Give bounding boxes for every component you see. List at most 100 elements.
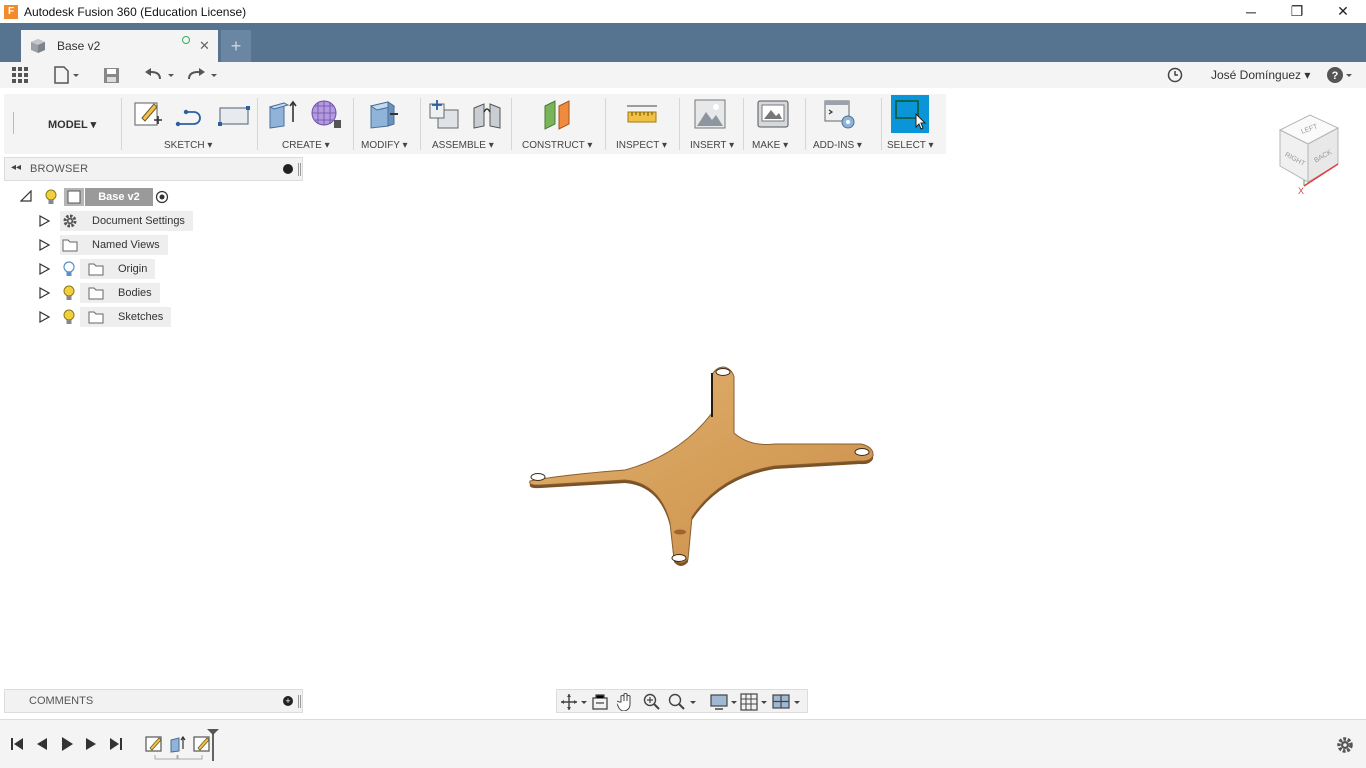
scripts-addins-icon[interactable] <box>824 98 856 130</box>
addins-menu[interactable]: ADD-INS ▾ <box>813 140 862 151</box>
line-tool-icon[interactable] <box>174 98 206 130</box>
ribbon-separator <box>679 98 680 150</box>
data-panel-grid-icon[interactable] <box>11 66 29 84</box>
insert-menu[interactable]: INSERT ▾ <box>690 140 734 151</box>
go-to-end-icon[interactable] <box>109 737 123 751</box>
press-pull-icon[interactable] <box>368 98 400 130</box>
assemble-group: ASSEMBLE ▾ <box>423 94 511 154</box>
quick-access-toolbar: José Domínguez ▾ ? <box>0 62 1366 88</box>
pan-hand-icon[interactable] <box>617 692 633 711</box>
folder-icon <box>62 239 78 252</box>
extrude-icon[interactable] <box>266 98 298 130</box>
orbit-icon[interactable] <box>561 693 587 711</box>
activate-component-radio-icon[interactable] <box>155 190 169 207</box>
undo-icon[interactable] <box>144 66 176 84</box>
tree-item-sketches[interactable]: Sketches <box>38 307 172 327</box>
step-forward-icon[interactable] <box>84 737 98 751</box>
saved-status-icon <box>182 36 190 44</box>
minimize-button[interactable]: ─ <box>1228 0 1274 23</box>
document-cube-icon <box>31 39 45 53</box>
user-account-menu[interactable]: José Domínguez ▾ <box>1211 68 1310 82</box>
minimize-panel-icon[interactable] <box>283 164 293 174</box>
look-at-icon[interactable] <box>592 693 608 711</box>
timeline-settings-gear-icon[interactable] <box>1336 736 1354 754</box>
select-menu[interactable]: SELECT ▾ <box>887 140 934 151</box>
expand-icon[interactable] <box>38 287 50 299</box>
close-window-button[interactable]: ✕ <box>1320 0 1366 23</box>
panel-resize-handle[interactable] <box>298 695 301 708</box>
ribbon-separator <box>121 98 122 150</box>
construct-menu[interactable]: CONSTRUCT ▾ <box>522 140 592 151</box>
go-to-start-icon[interactable] <box>10 737 24 751</box>
grid-snaps-icon[interactable] <box>740 693 768 711</box>
modify-group: MODIFY ▾ <box>356 94 417 154</box>
assemble-menu[interactable]: ASSEMBLE ▾ <box>432 140 494 151</box>
offset-plane-icon[interactable] <box>542 98 574 130</box>
form-sculpt-icon[interactable] <box>310 98 342 130</box>
help-icon[interactable]: ? <box>1326 66 1354 84</box>
viewports-icon[interactable] <box>772 693 802 711</box>
display-settings-icon[interactable] <box>710 693 738 711</box>
expand-icon[interactable] <box>38 215 50 227</box>
add-comment-icon[interactable]: + <box>283 696 293 706</box>
joint-icon[interactable] <box>471 98 503 130</box>
browser-panel-header[interactable]: ◂◂ BROWSER <box>4 157 303 181</box>
browser-title: BROWSER <box>30 163 89 175</box>
ribbon-separator <box>605 98 606 150</box>
create-menu[interactable]: CREATE ▾ <box>282 140 330 151</box>
make-menu[interactable]: MAKE ▾ <box>752 140 788 151</box>
timeline-sketch-feature-icon[interactable] <box>145 735 163 753</box>
rectangle-tool-icon[interactable] <box>218 98 250 130</box>
zoom-icon[interactable] <box>643 693 661 711</box>
insert-image-icon[interactable] <box>694 98 726 130</box>
tab-close-button[interactable]: ✕ <box>199 38 210 54</box>
document-tab[interactable]: Base v2 ✕ <box>21 30 218 62</box>
panel-resize-handle[interactable] <box>298 163 301 176</box>
root-visibility-bulb-icon[interactable] <box>44 189 58 208</box>
canvas-viewport[interactable] <box>0 155 1366 685</box>
ribbon-separator <box>881 98 882 150</box>
document-tab-label: Base v2 <box>57 39 101 53</box>
inspect-menu[interactable]: INSPECT ▾ <box>616 140 667 151</box>
construct-group: CONSTRUCT ▾ <box>514 94 603 154</box>
expand-icon[interactable] <box>38 311 50 323</box>
root-collapse-icon[interactable] <box>19 189 32 205</box>
play-icon[interactable] <box>60 736 74 752</box>
redo-icon[interactable] <box>187 66 219 84</box>
timeline-extrude-feature-icon[interactable] <box>169 735 187 753</box>
measure-icon[interactable] <box>626 98 658 130</box>
origin-visibility-bulb-icon[interactable] <box>62 261 76 277</box>
fit-zoom-window-icon[interactable] <box>667 693 697 711</box>
sketch-menu[interactable]: SKETCH ▾ <box>164 140 212 151</box>
tree-item-bodies[interactable]: Bodies <box>38 283 160 303</box>
new-component-icon[interactable] <box>428 98 460 130</box>
job-status-clock-icon[interactable] <box>1167 66 1183 84</box>
timeline-bar <box>0 719 1366 768</box>
tree-item-document-settings[interactable]: Document Settings <box>38 211 193 231</box>
file-menu-icon[interactable] <box>53 66 79 84</box>
toolbar-ribbon: MODEL ▾ SKETCH ▾ CREATE ▾ MODIFY ▾ ASSEM… <box>4 94 946 154</box>
timeline-marker-handle[interactable] <box>206 728 220 762</box>
fusion-logo-icon: F <box>4 4 18 19</box>
collapse-browser-icon[interactable]: ◂◂ <box>11 162 21 173</box>
comments-panel-header[interactable]: COMMENTS + <box>4 689 303 713</box>
expand-icon[interactable] <box>38 263 50 275</box>
folder-icon <box>88 287 104 300</box>
create-sketch-icon[interactable] <box>132 98 164 130</box>
base-plate-model[interactable] <box>0 155 1366 685</box>
save-icon[interactable] <box>103 66 120 84</box>
3d-print-icon[interactable] <box>757 98 789 130</box>
tree-item-named-views[interactable]: Named Views <box>38 235 168 255</box>
sketches-visibility-bulb-icon[interactable] <box>62 309 76 325</box>
bodies-visibility-bulb-icon[interactable] <box>62 285 76 301</box>
modify-menu[interactable]: MODIFY ▾ <box>361 140 408 151</box>
restore-button[interactable]: ❐ <box>1274 0 1320 23</box>
expand-icon[interactable] <box>38 239 50 251</box>
root-component-node[interactable]: Base v2 <box>85 188 153 206</box>
new-tab-button[interactable]: + <box>221 30 251 62</box>
insert-group: INSERT ▾ <box>682 94 742 154</box>
step-back-icon[interactable] <box>35 737 49 751</box>
tree-item-origin[interactable]: Origin <box>38 259 156 279</box>
select-group: SELECT ▾ <box>884 94 944 154</box>
workspace-selector[interactable]: MODEL ▾ <box>48 118 96 131</box>
